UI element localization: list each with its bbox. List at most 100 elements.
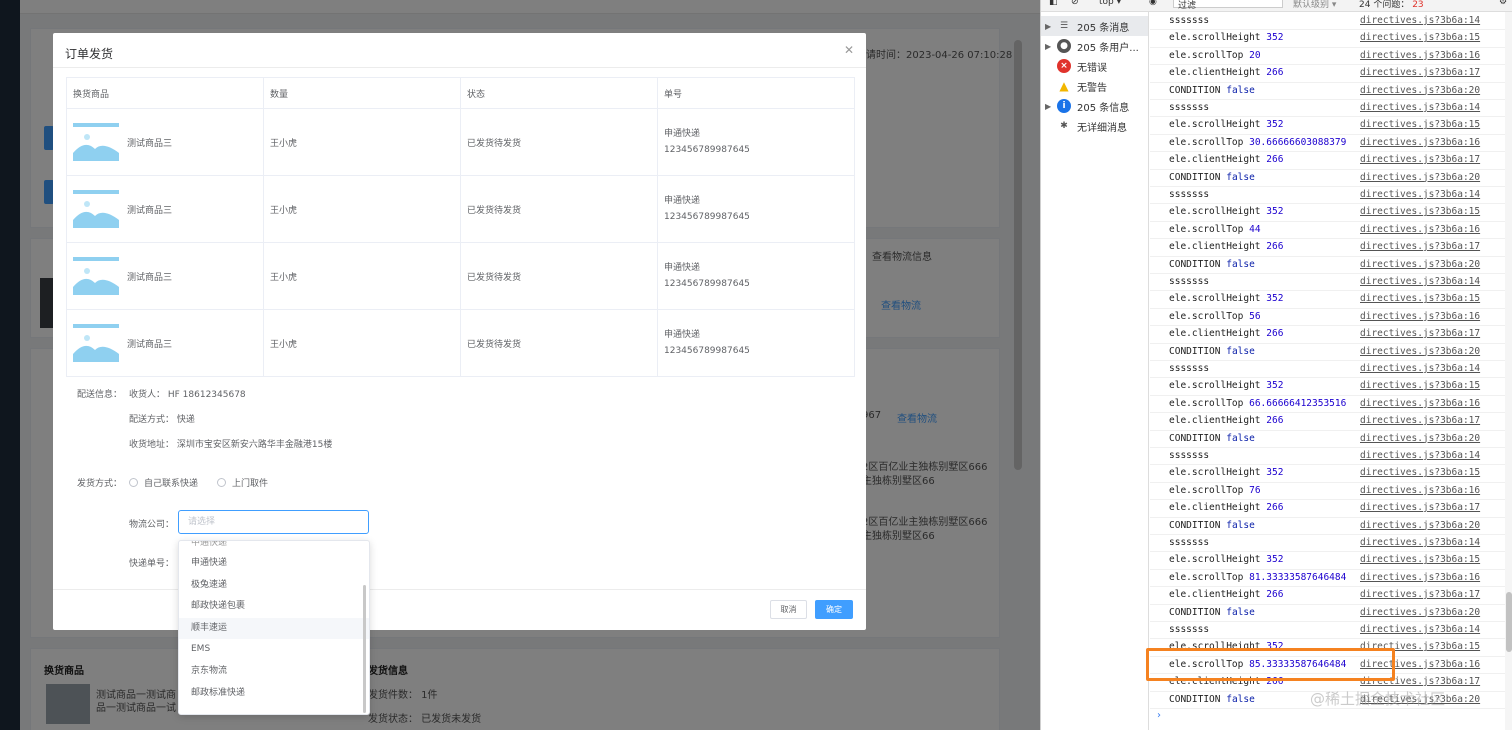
table-row: 测试商品三 王小虎 已发货待发货 申通快递 123456789987645 [66, 175, 855, 243]
log-value: 266 [1266, 328, 1284, 340]
close-icon[interactable]: ✕ [844, 43, 854, 57]
log-source-link[interactable]: directives.js?3b6a:17 [1360, 154, 1480, 165]
log-value: 352 [1266, 380, 1284, 392]
log-source-link[interactable]: directives.js?3b6a:15 [1360, 554, 1480, 565]
log-source-link[interactable]: directives.js?3b6a:14 [1360, 624, 1480, 635]
dropdown-option[interactable]: 极兔速递 [179, 575, 369, 597]
sidebar-toggle-icon[interactable]: ◧ [1049, 0, 1058, 7]
log-source-link[interactable]: directives.js?3b6a:16 [1360, 398, 1480, 409]
log-source-link[interactable]: directives.js?3b6a:16 [1360, 137, 1480, 148]
log-source-link[interactable]: directives.js?3b6a:15 [1360, 119, 1480, 130]
sidebar-item-errors[interactable]: × 无错误 [1045, 56, 1107, 76]
log-source-link[interactable]: directives.js?3b6a:15 [1360, 32, 1480, 43]
dropdown-option[interactable]: 京东物流 [179, 661, 369, 683]
console-prompt[interactable]: › [1157, 710, 1161, 721]
sidebar-item-messages[interactable]: ▶ ☰ 205 条消息 [1041, 16, 1148, 36]
log-message: sssssss [1169, 276, 1209, 287]
tracking-number-label: 快递单号： [129, 559, 175, 569]
issues-button[interactable]: 24 个问题： 23 [1359, 0, 1424, 10]
log-source-link[interactable]: directives.js?3b6a:14 [1360, 102, 1480, 113]
radio-pickup[interactable]: 上门取件 [217, 476, 268, 489]
logistics-company-select[interactable] [178, 510, 369, 534]
log-source-link[interactable]: directives.js?3b6a:17 [1360, 589, 1480, 600]
log-source-link[interactable]: directives.js?3b6a:17 [1360, 415, 1480, 426]
console-log-row: ele.clientHeight 266 directives.js?3b6a:1… [1150, 326, 1505, 344]
dropdown-option[interactable]: 中通快递 [179, 541, 369, 553]
console-scrollbar-thumb[interactable] [1506, 592, 1512, 652]
log-source-link[interactable]: directives.js?3b6a:20 [1360, 346, 1480, 357]
list-icon: ☰ [1059, 21, 1069, 31]
log-source-link[interactable]: directives.js?3b6a:14 [1360, 363, 1480, 374]
log-source-link[interactable]: directives.js?3b6a:15 [1360, 380, 1480, 391]
console-log-row: ele.scrollTop 20 directives.js?3b6a:16 [1150, 48, 1505, 66]
console-log-list: sssssss directives.js?3b6a:14 ele.scrollHe… [1150, 12, 1505, 730]
cancel-button[interactable]: 取消 [770, 600, 807, 619]
log-source-link[interactable]: directives.js?3b6a:16 [1360, 50, 1480, 61]
context-select[interactable]: top ▾ [1099, 0, 1121, 7]
user-icon: ● [1057, 39, 1071, 53]
log-text: ele.clientHeight [1169, 328, 1261, 340]
log-text: ele.scrollTop [1169, 397, 1244, 409]
eye-icon[interactable]: ◉ [1149, 0, 1157, 7]
log-source-link[interactable]: directives.js?3b6a:17 [1360, 502, 1480, 513]
log-value: 76 [1249, 484, 1261, 496]
log-source-link[interactable]: directives.js?3b6a:20 [1360, 259, 1480, 270]
log-text: ele.clientHeight [1169, 502, 1261, 514]
dropdown-option[interactable]: 申通快递 [179, 553, 369, 575]
log-source-link[interactable]: directives.js?3b6a:14 [1360, 15, 1480, 26]
log-message: ele.scrollHeight 352 [1169, 293, 1283, 304]
confirm-button[interactable]: 确定 [815, 600, 853, 619]
console-scrollbar[interactable] [1505, 12, 1512, 730]
radio-self-courier[interactable]: 自己联系快递 [129, 476, 198, 489]
log-value: false [1226, 693, 1255, 705]
dropdown-option[interactable]: 邮政标准快递 [179, 683, 369, 705]
dropdown-option[interactable]: EMS [179, 639, 369, 661]
log-source-link[interactable]: directives.js?3b6a:20 [1360, 607, 1480, 618]
console-log-row: ele.scrollHeight 352 directives.js?3b6a:1… [1150, 204, 1505, 222]
log-message: ele.scrollTop 20 [1169, 50, 1261, 61]
log-source-link[interactable]: directives.js?3b6a:20 [1360, 433, 1480, 444]
log-value: 352 [1266, 32, 1284, 44]
sidebar-item-verbose[interactable]: ✱ 无详细消息 [1045, 116, 1127, 136]
filter-input[interactable]: 过滤 [1173, 0, 1283, 11]
log-source-link[interactable]: directives.js?3b6a:16 [1360, 224, 1480, 235]
log-source-link[interactable]: directives.js?3b6a:15 [1360, 467, 1480, 478]
log-source-link[interactable]: directives.js?3b6a:15 [1360, 293, 1480, 304]
log-source-link[interactable]: directives.js?3b6a:14 [1360, 276, 1480, 287]
log-source-link[interactable]: directives.js?3b6a:14 [1360, 189, 1480, 200]
log-value: 44 [1249, 223, 1261, 235]
log-source-link[interactable]: directives.js?3b6a:17 [1360, 241, 1480, 252]
log-source-link[interactable]: directives.js?3b6a:15 [1360, 206, 1480, 217]
settings-gear-icon[interactable]: ⚙ [1499, 0, 1507, 7]
log-source-link[interactable]: directives.js?3b6a:20 [1360, 520, 1480, 531]
log-message: CONDITION false [1169, 433, 1255, 444]
log-message: ele.scrollTop 66.66666412353516 [1169, 398, 1346, 409]
sidebar-item-info[interactable]: ▶ i 205 条信息 [1045, 96, 1129, 116]
log-text: ele.scrollTop [1169, 223, 1244, 235]
log-source-link[interactable]: directives.js?3b6a:16 [1360, 572, 1480, 583]
number-cell: 申通快递 123456789987645 [657, 108, 855, 176]
log-message: sssssss [1169, 450, 1209, 461]
log-source-link[interactable]: directives.js?3b6a:14 [1360, 537, 1480, 548]
dropdown-option[interactable]: 顺丰速运 [179, 617, 369, 640]
sidebar-item-warnings[interactable]: ▲ 无警告 [1045, 76, 1107, 96]
log-source-link[interactable]: directives.js?3b6a:17 [1360, 328, 1480, 339]
receiver-text: 收货人： HF 18612345678 [129, 390, 246, 400]
log-source-link[interactable]: directives.js?3b6a:16 [1360, 311, 1480, 322]
log-value: false [1226, 171, 1255, 183]
log-source-link[interactable]: directives.js?3b6a:14 [1360, 450, 1480, 461]
log-source-link[interactable]: directives.js?3b6a:20 [1360, 172, 1480, 183]
log-level-select[interactable]: 默认级别 ▾ [1293, 0, 1336, 10]
tracking-number: 123456789987645 [664, 279, 750, 289]
dropdown-scrollbar[interactable] [363, 585, 366, 713]
clear-console-icon[interactable]: ⊘ [1071, 0, 1079, 7]
log-source-link[interactable]: directives.js?3b6a:20 [1360, 85, 1480, 96]
dropdown-option[interactable]: 邮政快递包裹 [179, 596, 369, 618]
log-source-link[interactable]: directives.js?3b6a:16 [1360, 485, 1480, 496]
log-source-link[interactable]: directives.js?3b6a:17 [1360, 67, 1480, 78]
log-text: ele.scrollHeight [1169, 32, 1261, 44]
sidebar-item-user-messages[interactable]: ▶ ● 205 条用户... [1045, 36, 1139, 56]
log-message: CONDITION false [1169, 85, 1255, 96]
console-log-row: ele.scrollTop 76 directives.js?3b6a:16 [1150, 483, 1505, 501]
console-log-row: CONDITION false directives.js?3b6a:20 [1150, 170, 1505, 187]
